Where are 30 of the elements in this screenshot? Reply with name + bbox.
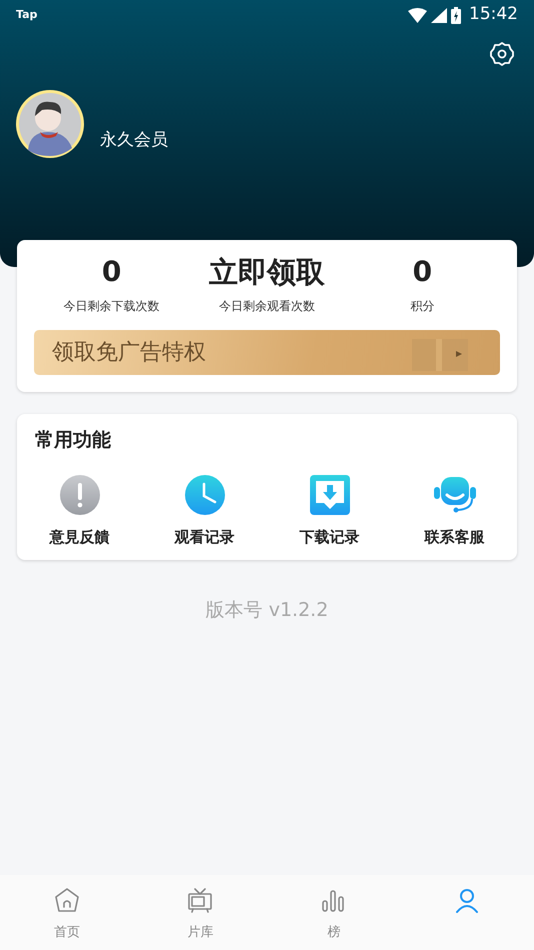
banner-text: 领取免广告特权	[52, 339, 206, 367]
user-icon	[454, 887, 480, 913]
settings-icon	[490, 42, 514, 66]
version-text: 版本号 v1.2.2	[206, 598, 328, 623]
claim-button[interactable]: 立即领取	[208, 252, 325, 292]
stat-value: 0	[412, 254, 432, 290]
home-icon	[54, 887, 80, 913]
member-status: 永久会员	[100, 129, 168, 152]
avatar	[16, 90, 84, 158]
bar-chart-icon	[320, 887, 347, 913]
battery-icon	[451, 6, 461, 24]
clock-time: 15:42	[469, 3, 518, 26]
function-item[interactable]: 意見反饋	[17, 474, 142, 548]
stat-label: 今日剩余观看次数	[218, 298, 315, 315]
headset-icon	[434, 474, 476, 514]
stat-label: 积分	[410, 298, 434, 315]
section-title: 常用功能	[34, 428, 112, 453]
function-item[interactable]: 下载记录	[267, 474, 392, 548]
function-item[interactable]: 联系客服	[392, 474, 517, 548]
stat-value: 0	[102, 254, 122, 290]
function-item[interactable]: 观看记录	[142, 474, 267, 548]
ad-free-banner[interactable]: 领取免广告特权	[34, 330, 500, 375]
exclamation-icon	[60, 474, 100, 514]
stat-label: 今日剩余下载次数	[64, 298, 160, 315]
carrier-label: Tap	[16, 6, 38, 23]
clock-icon	[184, 474, 224, 514]
signal-icon	[431, 8, 447, 22]
tv-icon	[187, 887, 214, 913]
download-icon	[310, 474, 350, 514]
wifi-icon	[408, 8, 427, 22]
